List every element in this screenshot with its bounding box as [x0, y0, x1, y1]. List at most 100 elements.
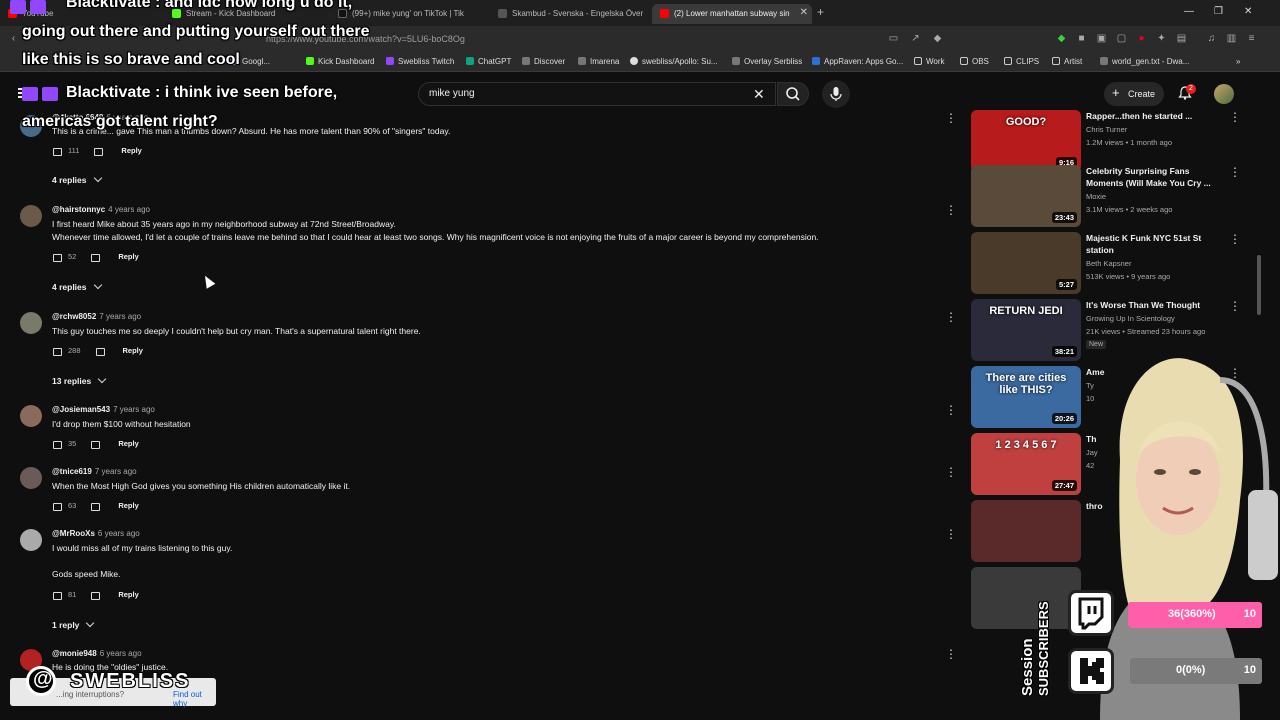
cast-icon[interactable]: ▭: [888, 33, 899, 44]
recommended-video[interactable]: 23:43 Celebrity Surprising Fans Moments (…: [971, 165, 1261, 227]
thumbs-down-icon[interactable]: [90, 501, 101, 511]
reply-button[interactable]: Reply: [118, 439, 138, 448]
brave-shield-icon[interactable]: ◆: [932, 33, 943, 44]
tab-skambud[interactable]: Skambud - Svenska - Engelska Över: [490, 4, 645, 24]
reply-button[interactable]: Reply: [118, 252, 138, 261]
media-icon[interactable]: ♫: [1206, 33, 1217, 44]
bookmark-item[interactable]: AppRaven: Apps Go...: [812, 57, 903, 66]
back-icon[interactable]: ‹: [8, 33, 19, 44]
bookmark-item[interactable]: Kick Dashboard: [306, 57, 374, 66]
comment-timestamp[interactable]: 6 years ago: [100, 649, 142, 658]
thumbs-down-icon[interactable]: [90, 590, 101, 600]
more-options-icon[interactable]: ⋮: [945, 528, 957, 540]
reply-button[interactable]: Reply: [121, 146, 141, 155]
bookmark-folder[interactable]: CLIPS: [1004, 57, 1039, 66]
replies-toggle[interactable]: 1 reply: [52, 618, 95, 630]
avatar[interactable]: [20, 205, 42, 227]
comment-author[interactable]: @monie948: [52, 649, 97, 658]
pinterest-icon[interactable]: ●: [1136, 33, 1147, 44]
tab-lower-manhattan[interactable]: (2) Lower manhattan subway sin ✕: [652, 4, 812, 24]
search-box[interactable]: [418, 82, 776, 106]
thumbs-down-icon[interactable]: [95, 346, 105, 356]
recommended-video[interactable]: GOOD? 9:16 Rapper...then he started ... Chr…: [971, 110, 1261, 172]
bookmark-folder[interactable]: Artist: [1052, 57, 1082, 66]
comment-author[interactable]: @MrRooXs: [52, 529, 95, 538]
comment-author[interactable]: @tnice619: [52, 467, 92, 476]
bookmark-item[interactable]: Discover: [522, 57, 565, 66]
video-title[interactable]: Rapper...then he started ...: [1086, 110, 1226, 122]
create-button[interactable]: + Create: [1104, 82, 1164, 106]
sidebar-toggle-icon[interactable]: ▤: [1176, 33, 1187, 44]
bookmark-item[interactable]: Swebliss Twitch: [386, 57, 454, 66]
more-options-icon[interactable]: ⋮: [945, 404, 957, 416]
replies-toggle[interactable]: 13 replies: [52, 374, 107, 386]
thumbs-up-icon[interactable]: [52, 146, 62, 156]
comment-timestamp[interactable]: 4 years ago: [108, 205, 150, 214]
avatar[interactable]: [20, 405, 42, 427]
comment-author[interactable]: @Josieman543: [52, 405, 110, 414]
maximize-button[interactable]: ❐: [1214, 6, 1223, 17]
replies-toggle[interactable]: 4 replies: [52, 280, 102, 292]
video-thumbnail[interactable]: 5:27: [971, 232, 1081, 294]
comment-timestamp[interactable]: 7 years ago: [99, 312, 141, 321]
thumbs-up-icon[interactable]: [52, 346, 62, 356]
avatar[interactable]: [20, 312, 42, 334]
minimize-button[interactable]: —: [1184, 6, 1194, 17]
search-input[interactable]: [429, 88, 729, 99]
voice-search-button[interactable]: [822, 80, 850, 108]
more-options-icon[interactable]: ⋮: [945, 204, 957, 216]
extension-icon[interactable]: ▣: [1096, 33, 1107, 44]
more-options-icon[interactable]: ⋮: [945, 648, 957, 660]
share-icon[interactable]: ↗: [910, 33, 921, 44]
extension-icon[interactable]: ◆: [1056, 33, 1067, 44]
more-options-icon[interactable]: ⋮: [1229, 300, 1241, 312]
search-button[interactable]: [777, 82, 809, 106]
channel-name[interactable]: Moxie: [1086, 192, 1106, 201]
close-window-button[interactable]: ✕: [1244, 6, 1252, 17]
recommended-video[interactable]: 5:27 Majestic K Funk NYC 51st St station B…: [971, 232, 1261, 294]
menu-icon[interactable]: ≡: [1246, 33, 1257, 44]
clear-search-icon[interactable]: ✕: [753, 86, 765, 103]
reply-button[interactable]: Reply: [118, 590, 138, 599]
thumbs-down-icon[interactable]: [93, 146, 104, 156]
more-options-icon[interactable]: ⋮: [945, 466, 957, 478]
more-options-icon[interactable]: ⋮: [945, 112, 957, 124]
channel-name[interactable]: Chris Turner: [1086, 125, 1127, 134]
extension-icon[interactable]: ▢: [1116, 33, 1127, 44]
wallet-icon[interactable]: ▥: [1226, 33, 1237, 44]
bookmark-folder[interactable]: OBS: [960, 57, 989, 66]
more-options-icon[interactable]: ⋮: [1229, 233, 1241, 245]
thumbs-up-icon[interactable]: [52, 439, 62, 449]
new-tab-button[interactable]: +: [817, 5, 824, 19]
close-tab-icon[interactable]: ✕: [800, 7, 808, 18]
channel-name[interactable]: Beth Kapsner: [1086, 259, 1131, 268]
more-options-icon[interactable]: ⋮: [945, 311, 957, 323]
thumbs-up-icon[interactable]: [52, 590, 62, 600]
reply-button[interactable]: Reply: [118, 501, 138, 510]
account-avatar[interactable]: [1214, 84, 1234, 104]
thumbs-up-icon[interactable]: [52, 501, 62, 511]
video-title[interactable]: It's Worse Than We Thought: [1086, 299, 1226, 311]
more-options-icon[interactable]: ⋮: [1229, 166, 1241, 178]
video-thumbnail[interactable]: GOOD? 9:16: [971, 110, 1081, 172]
comment-author[interactable]: @rchw8052: [52, 312, 96, 321]
puzzle-icon[interactable]: ✦: [1156, 33, 1167, 44]
comment-timestamp[interactable]: 7 years ago: [113, 405, 155, 414]
bookmark-item[interactable]: Imarena: [578, 57, 619, 66]
bookmark-item[interactable]: world_gen.txt - Dwa...: [1100, 57, 1189, 66]
extension-icon[interactable]: ■: [1076, 33, 1087, 44]
avatar[interactable]: [20, 529, 42, 551]
tab-tiktok[interactable]: (99+) mike yung' on TikTok | Tik: [330, 4, 485, 24]
thumbs-up-icon[interactable]: [52, 252, 62, 262]
video-title[interactable]: Majestic K Funk NYC 51st St station: [1086, 232, 1226, 256]
channel-name[interactable]: Growing Up In Scientology: [1086, 314, 1175, 323]
replies-toggle[interactable]: 4 replies: [52, 173, 102, 185]
comment-timestamp[interactable]: 6 years ago: [98, 529, 140, 538]
comment-timestamp[interactable]: 7 years ago: [95, 467, 137, 476]
more-options-icon[interactable]: ⋮: [1229, 111, 1241, 123]
video-title[interactable]: Celebrity Surprising Fans Moments (Will …: [1086, 165, 1226, 189]
reply-button[interactable]: Reply: [123, 346, 143, 355]
bookmark-item[interactable]: swebliss/Apollo: Su...: [630, 57, 718, 66]
comment-author[interactable]: @hairstonnyc: [52, 205, 105, 214]
avatar[interactable]: [20, 467, 42, 489]
